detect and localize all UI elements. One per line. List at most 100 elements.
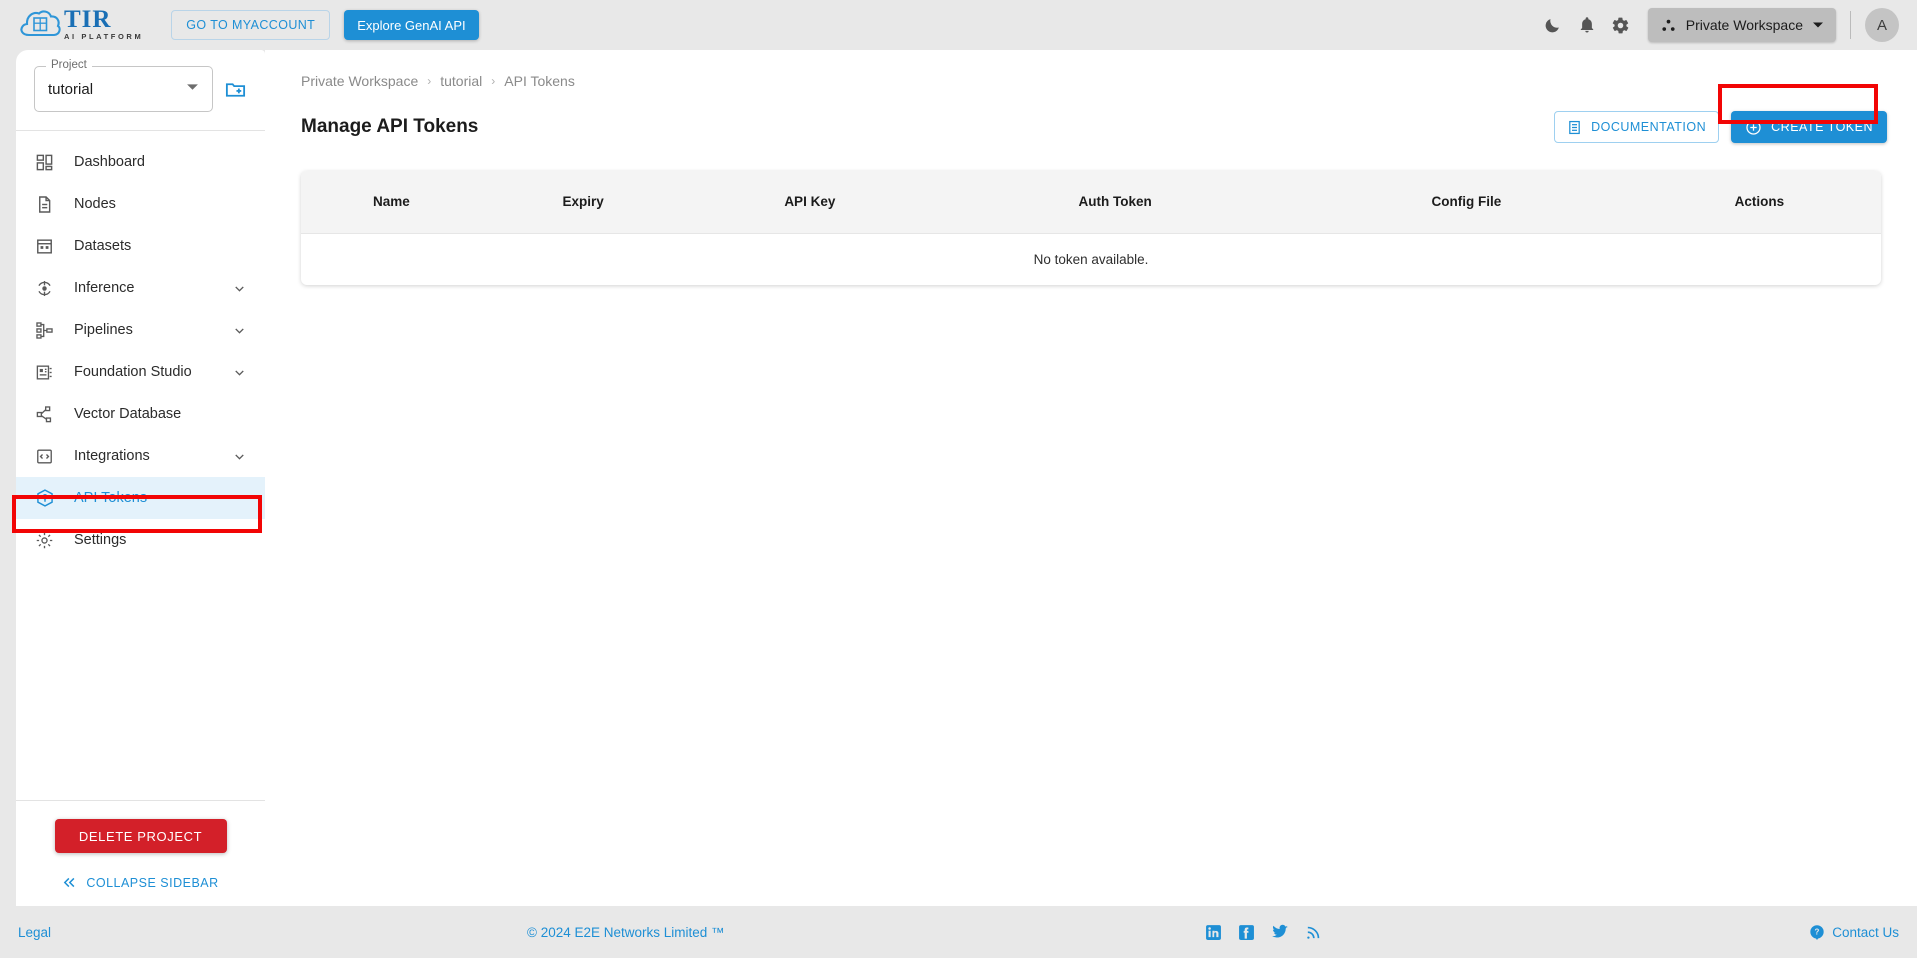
sidebar-item-inference[interactable]: Inference <box>16 267 265 309</box>
table-empty-row: No token available. <box>301 233 1881 285</box>
sidebar-item-foundation-studio[interactable]: Foundation Studio <box>16 351 265 393</box>
foundation-studio-icon <box>35 363 61 382</box>
sidebar-item-nodes[interactable]: Nodes <box>16 183 265 225</box>
breadcrumb-separator: › <box>427 74 432 88</box>
contact-us-link[interactable]: ? Contact Us <box>1809 924 1899 940</box>
sidebar-nav: Dashboard Nodes Datasets Inference Pipel… <box>16 131 265 800</box>
top-bar: TIR AI PLATFORM GO TO MYACCOUNT Explore … <box>0 0 1917 50</box>
contact-us-label: Contact Us <box>1832 924 1899 940</box>
integrations-code-icon <box>35 447 61 466</box>
logo-subtitle: AI PLATFORM <box>64 31 144 41</box>
workspace-label: Private Workspace <box>1685 17 1803 33</box>
sidebar-item-label: Nodes <box>74 196 116 212</box>
footer-legal-link[interactable]: Legal <box>18 925 51 940</box>
sidebar-item-label: Dashboard <box>74 154 145 170</box>
tokens-table-card: Name Expiry API Key Auth Token Config Fi… <box>301 171 1881 285</box>
datasets-grid-icon <box>35 237 61 256</box>
delete-project-button[interactable]: DELETE PROJECT <box>54 819 227 853</box>
collapse-sidebar-button[interactable]: COLLAPSE SIDEBAR <box>16 875 265 890</box>
chevron-down-icon[interactable] <box>232 281 247 296</box>
avatar[interactable]: A <box>1865 8 1899 42</box>
go-to-myaccount-button[interactable]: GO TO MYACCOUNT <box>171 10 331 40</box>
breadcrumb-item-current: API Tokens <box>504 73 575 89</box>
sidebar-item-label: Pipelines <box>74 322 133 338</box>
sidebar-footer: DELETE PROJECT COLLAPSE SIDEBAR <box>16 800 265 906</box>
column-header-auth-token: Auth Token <box>935 171 1296 234</box>
workspace-selector[interactable]: Private Workspace <box>1647 8 1836 42</box>
workspace-icon <box>1660 17 1677 34</box>
sidebar-item-datasets[interactable]: Datasets <box>16 225 265 267</box>
sidebar-item-dashboard[interactable]: Dashboard <box>16 141 265 183</box>
footer: Legal © 2024 E2E Networks Limited ™ ? Co… <box>0 906 1917 958</box>
vector-database-icon <box>35 405 61 424</box>
column-header-api-key: API Key <box>684 171 936 234</box>
column-header-actions: Actions <box>1637 171 1881 234</box>
page-header: Manage API Tokens DOCUMENTATION CREATE T… <box>285 111 1897 143</box>
sidebar-item-integrations[interactable]: Integrations <box>16 435 265 477</box>
api-token-icon <box>35 488 61 508</box>
twitter-icon[interactable] <box>1271 923 1289 941</box>
table-header-row: Name Expiry API Key Auth Token Config Fi… <box>301 171 1881 234</box>
footer-copyright: © 2024 E2E Networks Limited ™ <box>527 924 725 940</box>
new-folder-icon[interactable] <box>224 78 247 101</box>
sidebar-item-api-tokens[interactable]: API Tokens <box>16 477 265 519</box>
chevron-down-icon[interactable] <box>232 365 247 380</box>
page-title: Manage API Tokens <box>301 116 479 137</box>
chevron-down-icon <box>186 80 199 98</box>
tokens-table: Name Expiry API Key Auth Token Config Fi… <box>301 171 1881 285</box>
page-header-actions: DOCUMENTATION CREATE TOKEN <box>1554 111 1887 143</box>
column-header-name: Name <box>301 171 482 234</box>
bell-icon[interactable] <box>1570 8 1604 42</box>
chevron-down-icon[interactable] <box>232 323 247 338</box>
sidebar-item-settings[interactable]: Settings <box>16 519 265 561</box>
document-icon <box>35 195 61 214</box>
double-chevron-left-icon <box>62 875 77 890</box>
breadcrumb-separator: › <box>491 74 496 88</box>
chevron-down-icon[interactable] <box>232 449 247 464</box>
breadcrumb: Private Workspace › tutorial › API Token… <box>285 50 1897 89</box>
top-bar-divider <box>1850 11 1851 39</box>
collapse-sidebar-label: COLLAPSE SIDEBAR <box>86 875 219 890</box>
sidebar-item-label: Settings <box>74 532 127 548</box>
app-logo[interactable]: TIR AI PLATFORM <box>18 7 143 43</box>
moon-icon[interactable] <box>1536 8 1570 42</box>
chevron-down-icon <box>1812 19 1824 31</box>
dashboard-icon <box>35 153 61 172</box>
footer-social-links <box>1205 923 1322 941</box>
main-content: Private Workspace › tutorial › API Token… <box>265 50 1917 906</box>
project-select[interactable]: Project tutorial <box>34 59 213 112</box>
project-selector-area: Project tutorial <box>16 50 265 130</box>
table-body: No token available. <box>301 233 1881 285</box>
rss-icon[interactable] <box>1305 924 1322 941</box>
svg-text:?: ? <box>1815 928 1820 937</box>
project-select-value: tutorial <box>48 80 94 98</box>
create-token-label: CREATE TOKEN <box>1771 120 1873 134</box>
explore-genai-api-button[interactable]: Explore GenAI API <box>344 10 479 40</box>
table-head: Name Expiry API Key Auth Token Config Fi… <box>301 171 1881 234</box>
sidebar-item-label: Inference <box>74 280 135 296</box>
gear-icon[interactable] <box>1604 8 1638 42</box>
documentation-label: DOCUMENTATION <box>1591 120 1707 134</box>
sidebar-item-label: Vector Database <box>74 406 182 422</box>
facebook-icon[interactable] <box>1238 924 1255 941</box>
column-header-expiry: Expiry <box>481 171 685 234</box>
question-circle-icon: ? <box>1809 924 1825 940</box>
create-token-button[interactable]: CREATE TOKEN <box>1731 111 1887 143</box>
sidebar: Project tutorial Dashboard Nodes Dataset… <box>16 50 265 906</box>
sidebar-item-label: Integrations <box>74 448 150 464</box>
document-list-icon <box>1567 120 1582 135</box>
top-bar-right: Private Workspace A <box>1536 8 1917 42</box>
sidebar-item-label: Foundation Studio <box>74 364 192 380</box>
sidebar-item-vector-database[interactable]: Vector Database <box>16 393 265 435</box>
sidebar-item-label: Datasets <box>74 238 132 254</box>
documentation-button[interactable]: DOCUMENTATION <box>1554 111 1720 143</box>
breadcrumb-item-workspace[interactable]: Private Workspace <box>301 73 418 89</box>
inference-icon <box>35 279 61 298</box>
breadcrumb-item-project[interactable]: tutorial <box>440 73 482 89</box>
empty-state-message: No token available. <box>1033 251 1149 267</box>
pipelines-icon <box>35 321 61 340</box>
plus-circle-icon <box>1745 119 1762 136</box>
sidebar-item-label: API Tokens <box>74 490 148 506</box>
linkedin-icon[interactable] <box>1205 924 1222 941</box>
sidebar-item-pipelines[interactable]: Pipelines <box>16 309 265 351</box>
